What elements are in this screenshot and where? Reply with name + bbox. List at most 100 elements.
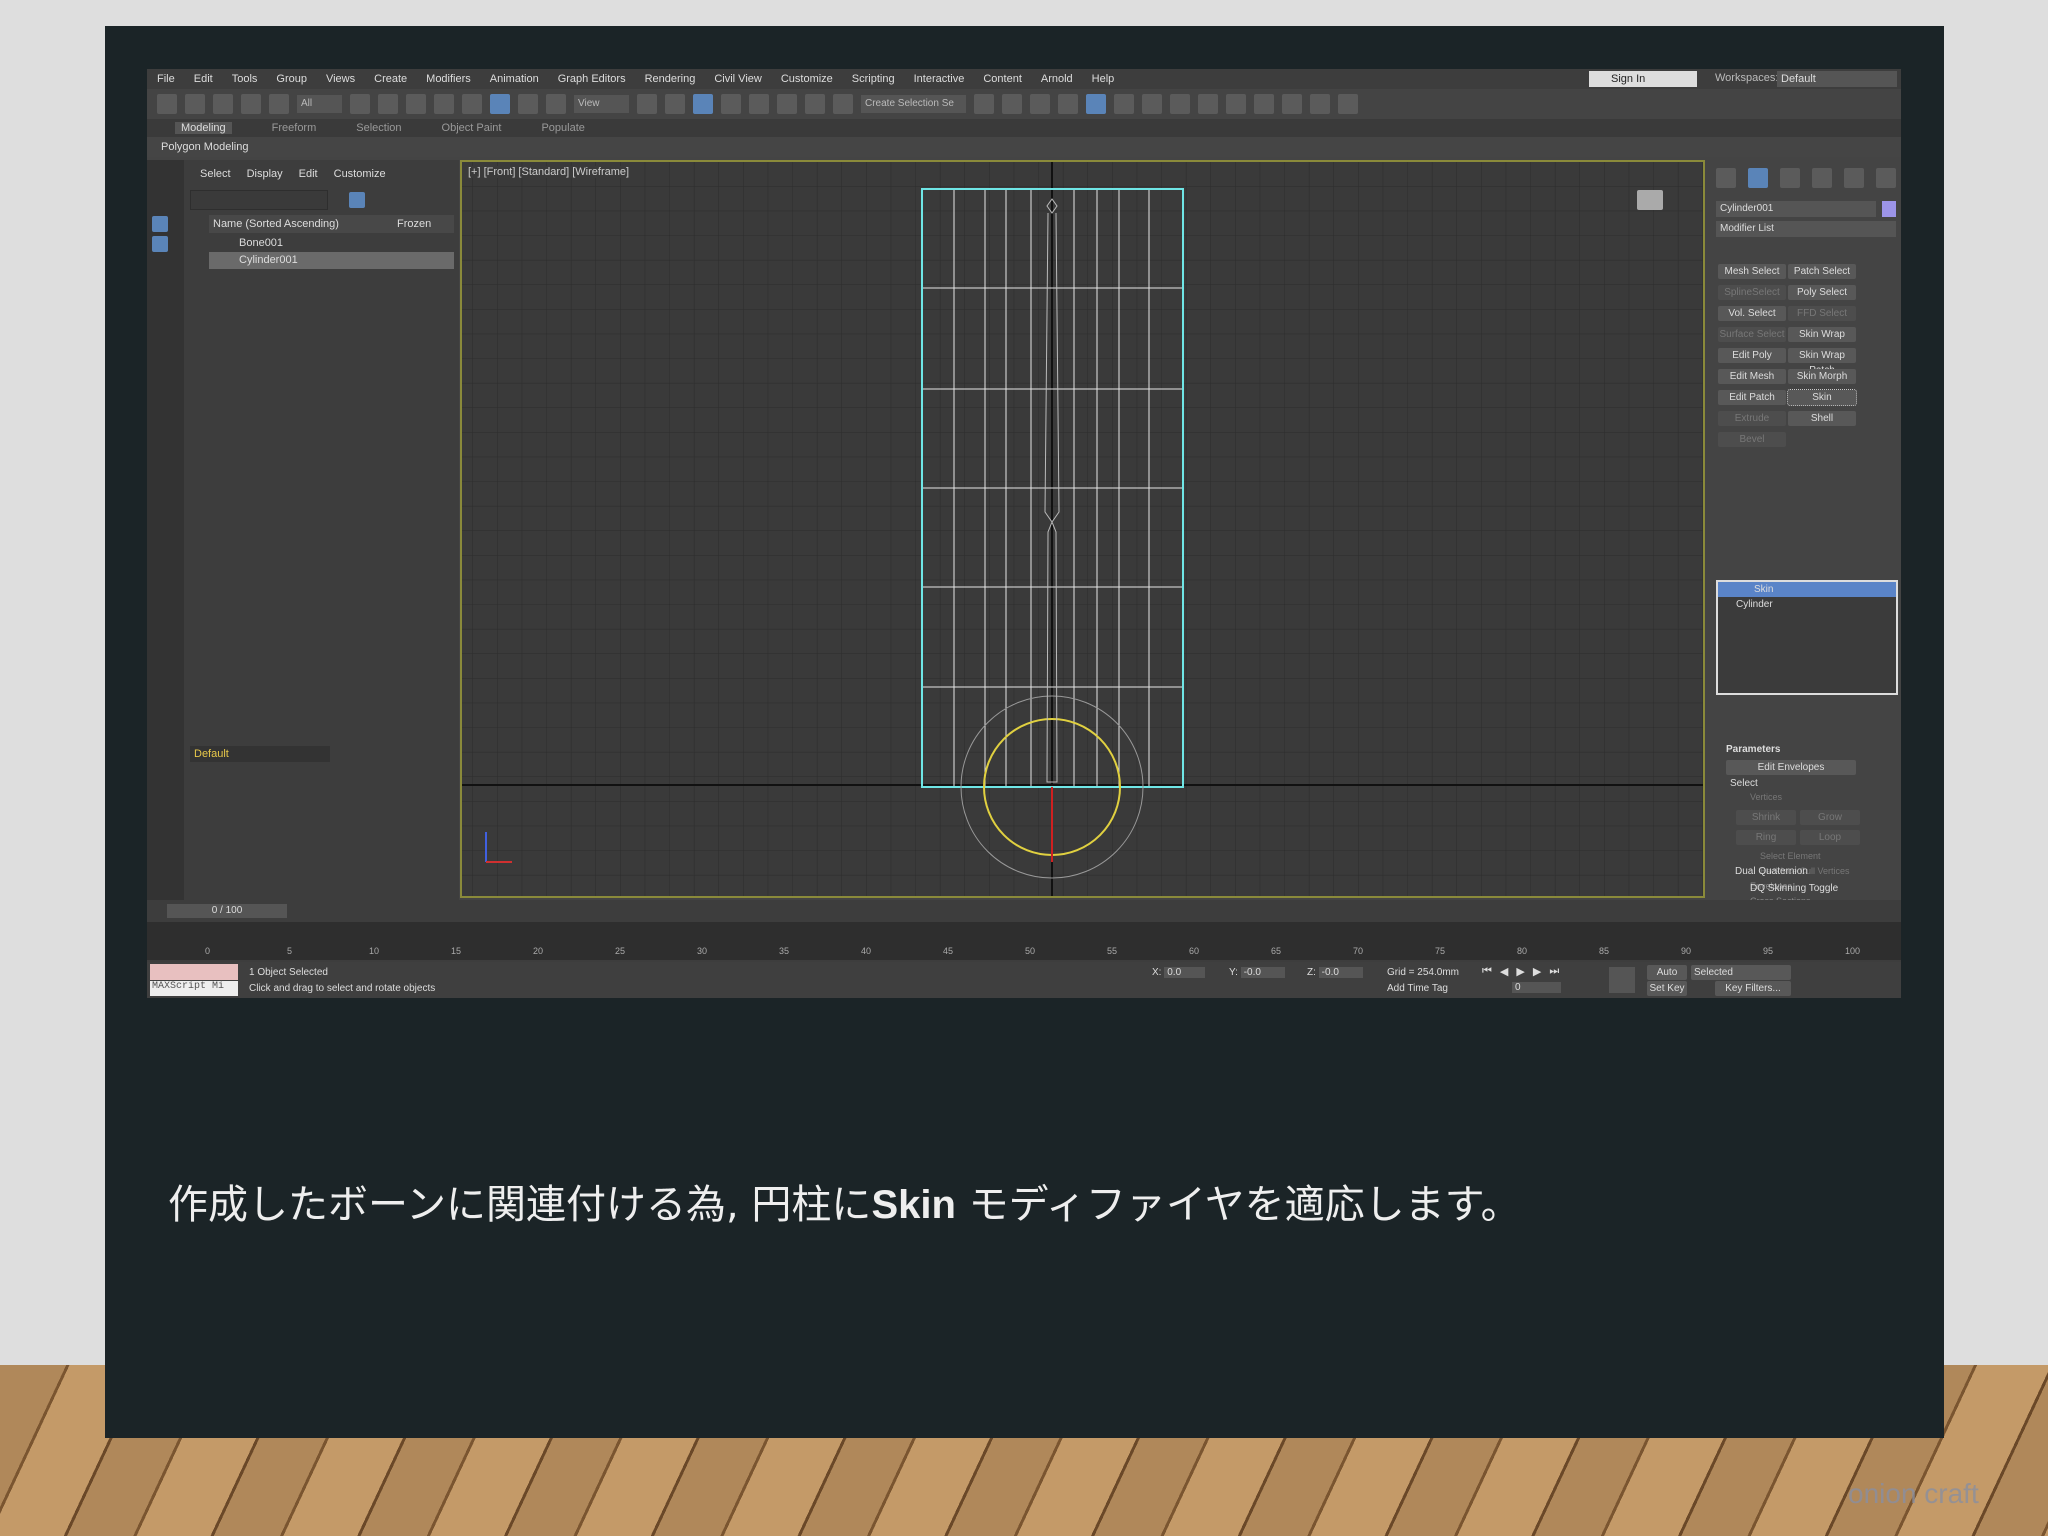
stack-item-skin[interactable]: Skin — [1718, 582, 1896, 597]
compositor-icon[interactable] — [1338, 94, 1358, 114]
menu-graph-editors[interactable]: Graph Editors — [558, 73, 626, 85]
render-icon[interactable] — [1282, 94, 1302, 114]
modifier-button-patch-select[interactable]: Patch Select — [1788, 264, 1856, 279]
render-active-icon[interactable] — [1310, 94, 1330, 114]
vertices-checkbox[interactable]: Vertices — [1750, 792, 1782, 802]
display-tab-icon[interactable] — [1844, 168, 1864, 188]
placement-icon[interactable] — [546, 94, 566, 114]
list-item-bone001[interactable]: Bone001 — [209, 235, 454, 252]
dope-sheet-icon[interactable] — [1142, 94, 1162, 114]
next-frame-icon[interactable]: ▶ — [1533, 965, 1541, 978]
object-color-swatch[interactable] — [1882, 201, 1896, 217]
current-frame-field[interactable]: 0 — [1512, 982, 1561, 993]
polygon-modeling-panel[interactable]: Polygon Modeling — [147, 137, 1901, 157]
play-icon[interactable]: ▶ — [1516, 965, 1524, 978]
set-key-large-icon[interactable] — [1609, 967, 1635, 993]
schematic-view-icon[interactable] — [1170, 94, 1190, 114]
modifier-button-poly-select[interactable]: Poly Select — [1788, 285, 1856, 300]
explorer-menu-customize[interactable]: Customize — [334, 168, 386, 180]
track-bar[interactable] — [147, 922, 1901, 960]
goto-end-icon[interactable]: ⏭ — [1549, 965, 1559, 978]
menu-help[interactable]: Help — [1092, 73, 1115, 85]
selection-filter-dropdown[interactable]: All — [297, 95, 342, 113]
modifier-button-edit-patch[interactable]: Edit Patch — [1718, 390, 1786, 405]
move-icon[interactable] — [462, 94, 482, 114]
menu-create[interactable]: Create — [374, 73, 407, 85]
modifier-button-skin[interactable]: Skin — [1787, 389, 1857, 406]
layer-explorer-icon[interactable] — [1058, 94, 1078, 114]
pivot-center-icon[interactable] — [637, 94, 657, 114]
maxscript-listener-input[interactable]: MAXScript Mi — [150, 981, 238, 996]
prev-frame-icon[interactable]: ◀ — [1500, 965, 1508, 978]
hierarchy-tab-icon[interactable] — [1780, 168, 1800, 188]
select-element-checkbox[interactable]: Select Element — [1760, 851, 1821, 861]
menu-tools[interactable]: Tools — [232, 73, 258, 85]
mirror-icon[interactable] — [974, 94, 994, 114]
utilities-tab-icon[interactable] — [1876, 168, 1896, 188]
scale-icon[interactable] — [518, 94, 538, 114]
tab-freeform[interactable]: Freeform — [272, 122, 317, 134]
snaps-toggle-icon[interactable] — [721, 94, 741, 114]
modifier-button-skin-wrap-patch[interactable]: Skin Wrap Patch — [1788, 348, 1856, 376]
key-filters-button[interactable]: Key Filters... — [1715, 981, 1791, 996]
viewport-front[interactable]: [+] [Front] [Standard] [Wireframe] — [460, 160, 1705, 898]
display-geometry-icon[interactable] — [152, 216, 168, 232]
explorer-search-input[interactable] — [190, 190, 328, 210]
menu-customize[interactable]: Customize — [781, 73, 833, 85]
dq-skinning-checkbox[interactable]: DQ Skinning Toggle — [1750, 883, 1838, 894]
redo-icon[interactable] — [185, 94, 205, 114]
named-selection-dropdown[interactable]: Create Selection Se — [861, 95, 966, 113]
viewcube-icon[interactable] — [1637, 190, 1663, 210]
render-frame-icon[interactable] — [1254, 94, 1274, 114]
menu-civil-view[interactable]: Civil View — [714, 73, 761, 85]
menu-scripting[interactable]: Scripting — [852, 73, 895, 85]
menu-rendering[interactable]: Rendering — [645, 73, 696, 85]
sign-in-button[interactable]: Sign In — [1589, 71, 1697, 87]
menu-modifiers[interactable]: Modifiers — [426, 73, 471, 85]
modifier-button-shell[interactable]: Shell — [1788, 411, 1856, 426]
workspace-dropdown[interactable]: Default — [1777, 71, 1897, 87]
modifier-button-bevel[interactable]: Bevel — [1718, 432, 1786, 447]
tab-populate[interactable]: Populate — [541, 122, 584, 134]
keyboard-shortcut-icon[interactable] — [693, 94, 713, 114]
z-coordinate-field[interactable]: -0.0 — [1318, 967, 1363, 978]
listener-output[interactable] — [150, 964, 238, 980]
parameters-rollout[interactable]: Parameters — [1726, 744, 1780, 755]
spinner-snap-icon[interactable] — [805, 94, 825, 114]
modifier-button-edit-mesh[interactable]: Edit Mesh — [1718, 369, 1786, 384]
stack-item-cylinder[interactable]: Cylinder — [1718, 597, 1896, 612]
layer-dropdown[interactable]: Default — [190, 746, 330, 762]
menu-animation[interactable]: Animation — [490, 73, 539, 85]
menu-group[interactable]: Group — [276, 73, 307, 85]
time-slider[interactable]: 0 / 100 — [167, 904, 287, 918]
modifier-button-skin-wrap[interactable]: Skin Wrap — [1788, 327, 1856, 342]
menu-arnold[interactable]: Arnold — [1041, 73, 1073, 85]
shrink-button[interactable]: Shrink — [1736, 810, 1796, 825]
modifier-list-dropdown[interactable]: Modifier List — [1716, 221, 1896, 237]
modifier-button-skin-morph[interactable]: Skin Morph — [1788, 369, 1856, 384]
modifier-button-ffd-select[interactable]: FFD Select — [1788, 306, 1856, 321]
viewport-label[interactable]: [+] [Front] [Standard] [Wireframe] — [466, 166, 632, 178]
ribbon-toggle-icon[interactable] — [1086, 94, 1106, 114]
menu-content[interactable]: Content — [983, 73, 1022, 85]
modifier-button-edit-poly[interactable]: Edit Poly — [1718, 348, 1786, 363]
select-by-name-icon[interactable] — [378, 94, 398, 114]
filter-icon[interactable] — [349, 192, 365, 208]
add-time-tag[interactable]: Add Time Tag — [1387, 983, 1448, 994]
undo-icon[interactable] — [157, 94, 177, 114]
key-mode-dropdown[interactable]: Selected — [1691, 965, 1791, 980]
ring-button[interactable]: Ring — [1736, 830, 1796, 845]
render-setup-icon[interactable] — [1226, 94, 1246, 114]
goto-start-icon[interactable]: ⏮ — [1482, 965, 1492, 978]
auto-key-button[interactable]: Auto Key — [1647, 965, 1687, 993]
motion-tab-icon[interactable] — [1812, 168, 1832, 188]
menu-edit[interactable]: Edit — [194, 73, 213, 85]
rect-selection-icon[interactable] — [406, 94, 426, 114]
create-tab-icon[interactable] — [1716, 168, 1736, 188]
percent-snap-icon[interactable] — [777, 94, 797, 114]
link-icon[interactable] — [213, 94, 233, 114]
edit-envelopes-button[interactable]: Edit Envelopes — [1726, 760, 1856, 775]
set-key-button[interactable]: Set Key — [1647, 981, 1687, 996]
grow-button[interactable]: Grow — [1800, 810, 1860, 825]
modify-tab-icon[interactable] — [1748, 168, 1768, 188]
